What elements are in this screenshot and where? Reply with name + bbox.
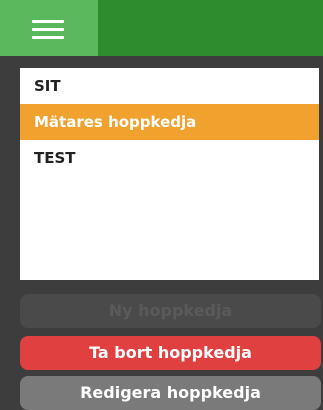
- new-hop-chain-button[interactable]: Ny hoppkedja: [20, 294, 321, 328]
- list-item-selected[interactable]: Mätares hoppkedja: [20, 104, 319, 140]
- menu-button[interactable]: [0, 0, 98, 56]
- app-header: [0, 0, 323, 56]
- list-item[interactable]: SIT: [20, 68, 319, 104]
- delete-hop-chain-button[interactable]: Ta bort hoppkedja: [20, 336, 321, 370]
- edit-hop-chain-button[interactable]: Redigera hoppkedja: [20, 376, 321, 410]
- list-item[interactable]: TEST: [20, 140, 319, 176]
- hop-chain-list: SIT Mätares hoppkedja TEST: [20, 68, 319, 280]
